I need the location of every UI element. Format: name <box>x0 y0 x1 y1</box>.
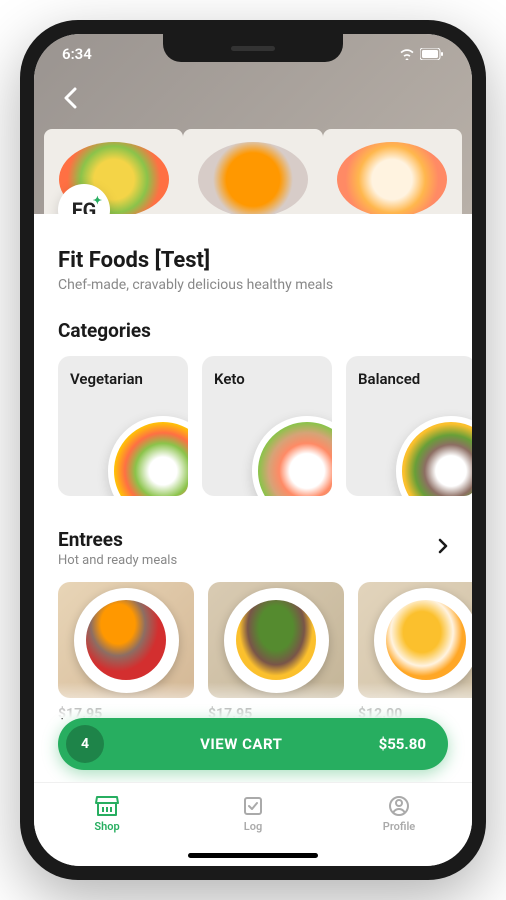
entree-card[interactable]: $17.95 <box>208 582 344 722</box>
status-time: 6:34 <box>62 45 92 63</box>
category-name: Vegetarian <box>70 370 176 388</box>
view-cart-button[interactable]: 4 VIEW CART $55.80 <box>58 718 448 770</box>
tab-label: Shop <box>94 820 119 833</box>
category-image <box>396 416 472 496</box>
tab-log[interactable]: Log <box>180 795 326 833</box>
category-card[interactable]: Vegetarian <box>58 356 188 496</box>
cart-count-badge: 4 <box>66 725 104 763</box>
entree-card[interactable]: $12.00 <box>358 582 472 722</box>
wifi-icon <box>399 48 415 60</box>
categories-heading: Categories <box>58 319 448 342</box>
log-icon <box>242 795 264 817</box>
tab-label: Profile <box>383 820 415 833</box>
home-indicator[interactable] <box>188 853 318 858</box>
shop-icon <box>95 795 119 817</box>
entree-image <box>358 582 472 698</box>
tab-label: Log <box>244 820 262 833</box>
entrees-scroller[interactable]: $17.95 $17.95 $12.00 <box>34 582 472 722</box>
entrees-subtitle: Hot and ready meals <box>58 553 177 568</box>
notch <box>163 34 343 62</box>
battery-icon <box>420 48 444 60</box>
entrees-heading: Entrees <box>58 528 177 551</box>
entree-image <box>58 582 194 698</box>
cart-label: VIEW CART <box>200 735 282 753</box>
status-indicators <box>399 48 444 60</box>
category-card[interactable]: Balanced <box>346 356 472 496</box>
category-image <box>108 416 188 496</box>
cart-total: $55.80 <box>379 735 440 753</box>
screen: 6:34 FG ✦ Fit Foods [Test] Chef-made, cr <box>34 34 472 866</box>
tab-shop[interactable]: Shop <box>34 795 180 833</box>
chevron-right-icon <box>438 538 448 554</box>
category-name: Balanced <box>358 370 464 388</box>
category-name: Keto <box>214 370 320 388</box>
profile-icon <box>388 795 410 817</box>
entrees-see-all-button[interactable] <box>438 538 448 558</box>
back-button[interactable] <box>54 82 86 114</box>
store-tagline: Chef-made, cravably delicious healthy me… <box>58 277 448 293</box>
category-image <box>252 416 332 496</box>
categories-scroller[interactable]: Vegetarian Keto Balanced <box>34 356 472 502</box>
tab-profile[interactable]: Profile <box>326 795 472 833</box>
chevron-left-icon <box>63 87 77 109</box>
store-title: Fit Foods [Test] <box>58 248 448 273</box>
category-card[interactable]: Keto <box>202 356 332 496</box>
entree-card[interactable]: $17.95 <box>58 582 194 722</box>
entree-image <box>208 582 344 698</box>
phone-frame: 6:34 FG ✦ Fit Foods [Test] Chef-made, cr <box>20 20 486 880</box>
